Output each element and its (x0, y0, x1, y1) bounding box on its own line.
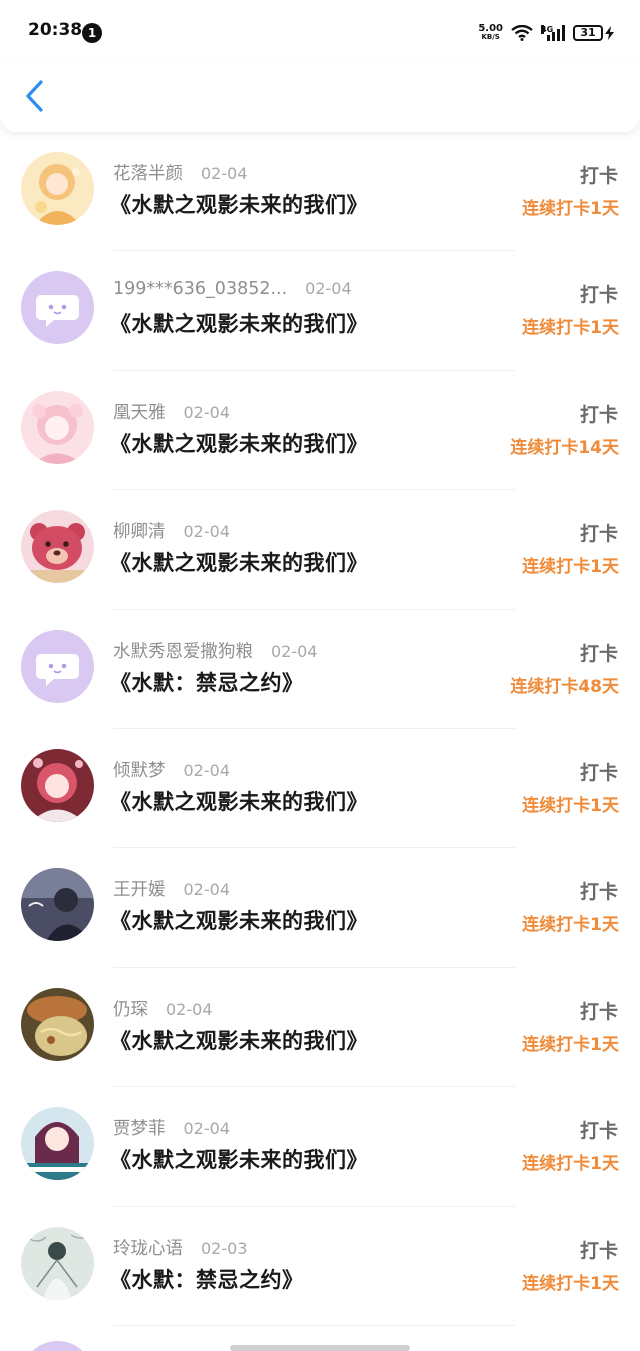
home-indicator (230, 1345, 410, 1351)
checkin-label: 打卡 (579, 642, 618, 665)
row-divider (113, 1324, 515, 1326)
status-bar: 20:38 1 5.00 KB/S 4G 31 (0, 0, 640, 62)
user-avatar-default-chat[interactable] (21, 271, 94, 345)
post-date: 02-04 (166, 999, 213, 1019)
status-time: 20:38 (28, 20, 83, 40)
checkin-streak: 连续打卡48天 (510, 676, 619, 697)
post-date: 02-04 (183, 880, 231, 900)
user-name: 倾默梦 (113, 760, 166, 781)
network-speed-value: 5.00 (478, 23, 503, 34)
user-name: 水默秀恩爱撒狗粮 (113, 641, 253, 662)
user-avatar-bear[interactable] (21, 510, 94, 584)
user-avatar-partial (21, 1341, 94, 1351)
user-avatar-default-chat[interactable] (21, 629, 94, 703)
user-name: 玲珑心语 (113, 1238, 183, 1259)
user-meta: 199***636_03852... 02-04 (113, 279, 352, 299)
checkin-title: 《水默：禁忌之约》 (110, 1267, 304, 1292)
user-name: 贾梦菲 (113, 1119, 166, 1140)
checkin-title: 《水默之观影未来的我们》 (110, 909, 368, 934)
user-meta: 仍琛 02-04 (113, 996, 213, 1021)
user-avatar-anime-girl-pink[interactable] (21, 390, 94, 464)
user-name: 王开媛 (113, 880, 166, 901)
back-arrow-icon[interactable] (22, 78, 48, 114)
user-name: 仍琛 (113, 999, 148, 1020)
checkin-label: 打卡 (579, 1120, 618, 1143)
post-date: 02-04 (201, 164, 248, 183)
checkin-list-item[interactable]: 柳卿清 02-04 《水默之观影未来的我们》 打卡 连续打卡1天 (0, 490, 640, 610)
user-meta: 贾梦菲 02-04 (113, 1115, 230, 1140)
user-meta: 凰天雅 02-04 (113, 399, 230, 424)
checkin-title: 《水默之观影未来的我们》 (110, 312, 368, 337)
post-date: 02-03 (201, 1238, 248, 1258)
checkin-label: 打卡 (579, 761, 618, 784)
user-meta: 玲珑心语 02-03 (113, 1235, 248, 1260)
checkin-label: 打卡 (579, 165, 618, 187)
notification-badge: 1 (82, 23, 102, 43)
battery-level: 31 (573, 25, 603, 41)
checkin-streak: 连续打卡14天 (510, 437, 619, 458)
wifi-icon (511, 25, 533, 41)
user-meta: 倾默梦 02-04 (113, 757, 230, 782)
checkin-streak: 连续打卡1天 (522, 557, 619, 578)
checkin-streak: 连续打卡1天 (522, 795, 619, 816)
checkin-list-item[interactable]: 贾梦菲 02-04 《水默之观影未来的我们》 打卡 连续打卡1天 (0, 1087, 640, 1207)
checkin-list-item[interactable]: 玲珑心语 02-03 《水默：禁忌之约》 打卡 连续打卡1天 (0, 1207, 640, 1326)
checkin-list-item[interactable]: 倾默梦 02-04 《水默之观影未来的我们》 打卡 连续打卡1天 (0, 729, 640, 849)
checkin-label: 打卡 (579, 1000, 618, 1023)
user-avatar-photo-food[interactable] (21, 987, 94, 1061)
checkin-list-item[interactable]: 凰天雅 02-04 《水默之观影未来的我们》 打卡 连续打卡14天 (0, 371, 640, 491)
checkin-title: 《水默之观影未来的我们》 (110, 789, 368, 814)
user-avatar-photo-dark[interactable] (21, 868, 94, 942)
checkin-title: 《水默之观影未来的我们》 (110, 1028, 368, 1053)
user-avatar-anime-girl-yellow[interactable] (21, 152, 94, 225)
user-name: 凰天雅 (113, 402, 166, 423)
checkin-list-item[interactable]: 王开媛 02-04 《水默之观影未来的我们》 打卡 连续打卡1天 (0, 848, 640, 968)
post-date: 02-04 (271, 641, 318, 661)
user-meta: 王开媛 02-04 (113, 876, 230, 901)
checkin-label: 打卡 (579, 881, 618, 904)
checkin-title: 《水默之观影未来的我们》 (110, 431, 368, 456)
post-date: 02-04 (183, 402, 231, 422)
user-meta: 柳卿清 02-04 (113, 518, 230, 543)
top-nav-bar (0, 62, 640, 132)
network-speed: 5.00 KB/S (478, 24, 503, 42)
user-meta: 花落半颜 02-04 (113, 160, 248, 185)
checkin-label: 打卡 (579, 284, 618, 307)
battery-icon: 31 (573, 25, 614, 41)
checkin-streak: 连续打卡1天 (522, 318, 619, 339)
user-avatar-photo-girl[interactable] (21, 1107, 94, 1181)
checkin-title: 《水默之观影未来的我们》 (110, 193, 368, 217)
user-name: 199***636_03852... (113, 279, 288, 300)
checkin-title: 《水默：禁忌之约》 (110, 670, 304, 695)
post-date: 02-04 (305, 279, 352, 299)
checkin-streak: 连续打卡1天 (522, 915, 619, 936)
post-date: 02-04 (183, 522, 231, 542)
checkin-streak: 连续打卡1天 (522, 199, 619, 219)
network-type: 4G (541, 25, 554, 34)
network-speed-unit: KB/S (481, 33, 500, 41)
charging-icon (605, 26, 614, 40)
checkin-list-item[interactable]: 水默秀恩爱撒狗粮 02-04 《水默：禁忌之约》 打卡 连续打卡48天 (0, 610, 640, 729)
post-date: 02-04 (183, 1119, 231, 1139)
checkin-label: 打卡 (579, 523, 618, 546)
signal-icon: 4G (541, 25, 565, 41)
user-name: 花落半颜 (113, 164, 183, 184)
post-date: 02-04 (183, 760, 231, 780)
checkin-streak: 连续打卡1天 (522, 1273, 619, 1294)
user-avatar-ink-figure[interactable] (21, 1226, 94, 1300)
checkin-list-item[interactable]: 199***636_03852... 02-04 《水默之观影未来的我们》 打卡 … (0, 251, 640, 371)
checkin-title: 《水默之观影未来的我们》 (110, 551, 368, 576)
checkin-streak: 连续打卡1天 (522, 1034, 619, 1055)
checkin-list-item[interactable]: 仍琛 02-04 《水默之观影未来的我们》 打卡 连续打卡1天 (0, 968, 640, 1088)
status-icons: 5.00 KB/S 4G 31 (478, 22, 614, 44)
checkin-label: 打卡 (579, 1239, 618, 1262)
user-name: 柳卿清 (113, 522, 166, 543)
user-meta: 水默秀恩爱撒狗粮 02-04 (113, 638, 318, 663)
checkin-label: 打卡 (579, 403, 618, 426)
checkin-streak: 连续打卡1天 (522, 1154, 619, 1175)
checkin-title: 《水默之观影未来的我们》 (110, 1148, 368, 1173)
checkin-list-item[interactable]: 花落半颜 02-04 《水默之观影未来的我们》 打卡 连续打卡1天 (0, 132, 640, 252)
checkin-list: 花落半颜 02-04 《水默之观影未来的我们》 打卡 连续打卡1天 199***6… (0, 132, 640, 1326)
user-avatar-anime-girl-red[interactable] (21, 748, 94, 822)
